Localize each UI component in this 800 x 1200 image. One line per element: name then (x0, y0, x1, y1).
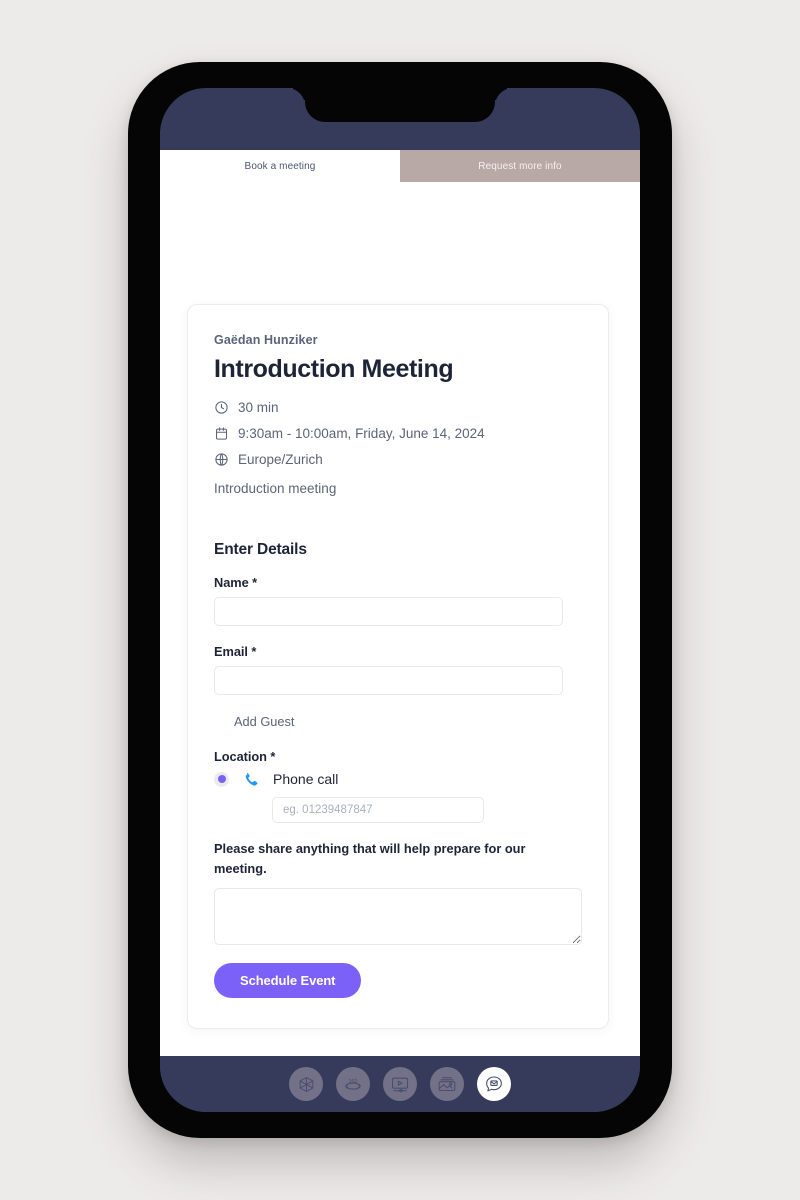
host-name: Gaëdan Hunziker (214, 333, 318, 347)
notes-textarea[interactable] (214, 887, 582, 945)
location-option-label: Phone call (273, 771, 339, 787)
clock-icon (214, 400, 229, 415)
event-description: Introduction meeting (214, 481, 337, 496)
tab-request-more-info[interactable]: Request more info (400, 150, 640, 182)
phone-screen: Book a meeting Request more info Gaëdan … (160, 88, 640, 1112)
image-gallery-icon (437, 1074, 457, 1094)
meta-row-duration: 30 min (214, 400, 582, 415)
video-player-icon (390, 1074, 410, 1094)
booking-card: Gaëdan Hunziker Introduction Meeting 30 … (187, 304, 609, 1029)
name-input[interactable] (214, 597, 563, 626)
calendar-icon (214, 426, 229, 441)
email-field-label: Email * (214, 644, 257, 659)
location-field-label: Location * (214, 749, 276, 764)
notes-field-label: Please share anything that will help pre… (214, 841, 526, 876)
location-option-phone-call[interactable]: Phone call (214, 770, 582, 788)
tab-book-a-meeting[interactable]: Book a meeting (160, 150, 400, 182)
phone-notch (305, 88, 495, 122)
globe-icon (214, 452, 229, 467)
phone-number-input[interactable] (272, 797, 484, 823)
meta-row-timezone: Europe/Zurich (214, 452, 582, 467)
tab-bar: Book a meeting Request more info (160, 150, 640, 182)
radio-selected-dot (217, 775, 226, 783)
add-guest-link[interactable]: Add Guest (234, 714, 294, 729)
dock-item-chat-message[interactable] (477, 1067, 511, 1101)
email-input[interactable] (214, 666, 563, 695)
schedule-event-button[interactable]: Schedule Event (214, 962, 362, 998)
app-viewport: Book a meeting Request more info Gaëdan … (160, 150, 640, 1056)
chat-message-icon (484, 1074, 504, 1094)
meta-duration-text: 30 min (238, 400, 279, 415)
meta-datetime-text: 9:30am - 10:00am, Friday, June 14, 2024 (238, 426, 485, 441)
event-title: Introduction Meeting (214, 355, 454, 383)
meta-timezone-text: Europe/Zurich (238, 452, 323, 467)
rotate-360-icon: 360 (343, 1074, 363, 1094)
tab-request-more-info-label: Request more info (478, 160, 562, 172)
location-radio-phone-call[interactable] (214, 771, 229, 787)
cube-3d-icon (297, 1075, 316, 1094)
dock-item-video-player[interactable] (383, 1067, 417, 1101)
dock-item-cube-3d[interactable] (289, 1067, 323, 1101)
svg-text:360: 360 (348, 1079, 357, 1085)
enter-details-heading: Enter Details (214, 541, 307, 558)
bottom-dock: 360 (160, 1056, 640, 1112)
meta-row-datetime: 9:30am - 10:00am, Friday, June 14, 2024 (214, 426, 582, 441)
dock-item-rotate-360[interactable]: 360 (336, 1067, 370, 1101)
phone-icon (241, 770, 259, 788)
name-field-label: Name * (214, 575, 258, 590)
dock-item-image-gallery[interactable] (430, 1067, 464, 1101)
tab-book-a-meeting-label: Book a meeting (244, 160, 316, 172)
